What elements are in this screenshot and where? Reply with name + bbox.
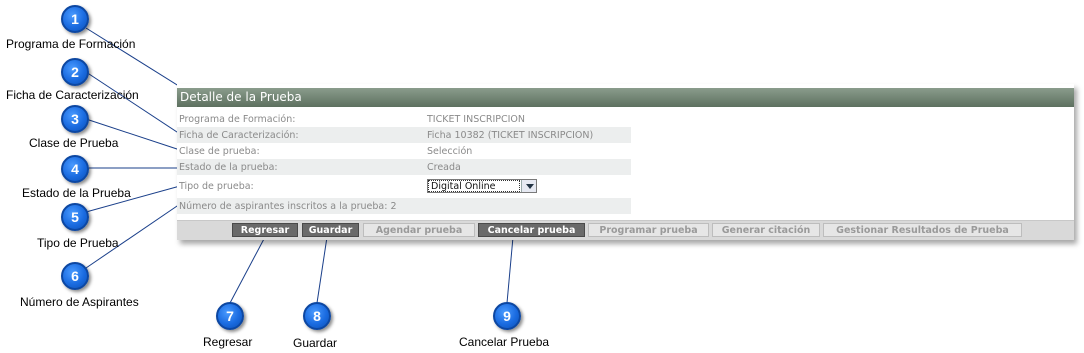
- field-label-ficha: Ficha de Caracterización:: [179, 130, 299, 141]
- field-value-programa: TICKET INSCRIPCION: [427, 114, 526, 125]
- guardar-button[interactable]: Guardar: [302, 223, 359, 237]
- gestionar-resultados-button[interactable]: Gestionar Resultados de Prueba: [823, 223, 1022, 237]
- field-row-ficha: Ficha de Caracterización: Ficha 10382 (T…: [177, 127, 631, 143]
- agendar-prueba-button[interactable]: Agendar prueba: [363, 223, 475, 237]
- cancelar-prueba-button[interactable]: Cancelar prueba: [478, 223, 585, 237]
- callout-label-8: Guardar: [293, 336, 338, 350]
- generar-citacion-button[interactable]: Generar citación: [712, 223, 820, 237]
- callout-label-4: Estado de la Prueba: [22, 186, 131, 200]
- callout-label-7: Regresar: [203, 335, 253, 349]
- callout-label-6: Número de Aspirantes: [20, 295, 139, 309]
- field-row-clase: Clase de prueba: Selección: [177, 143, 631, 159]
- callout-label-5: Tipo de Prueba: [37, 236, 119, 250]
- callout-label-3: Clase de Prueba: [29, 136, 119, 150]
- callout-badge-7: 7: [216, 302, 244, 330]
- field-label-aspirantes: Número de aspirantes inscritos a la prue…: [179, 201, 397, 212]
- field-value-ficha: Ficha 10382 (TICKET INSCRIPCION): [427, 130, 594, 141]
- callout-badge-9: 9: [493, 302, 521, 330]
- field-label-tipo: Tipo de prueba:: [179, 181, 254, 192]
- field-label-programa: Programa de Formación:: [179, 114, 296, 125]
- callout-label-2: Ficha de Caracterización: [6, 88, 139, 102]
- callout-badge-1: 1: [61, 5, 89, 33]
- field-value-estado: Creada: [427, 162, 461, 173]
- callout-badge-4: 4: [61, 155, 89, 183]
- programar-prueba-button[interactable]: Programar prueba: [588, 223, 709, 237]
- field-row-aspirantes: Número de aspirantes inscritos a la prue…: [177, 198, 631, 214]
- field-label-clase: Clase de prueba:: [179, 146, 260, 157]
- callout-badge-3: 3: [61, 105, 89, 133]
- callout-badge-6: 6: [61, 262, 89, 290]
- callout-label-9: Cancelar Prueba: [459, 335, 550, 349]
- action-toolbar: Regresar Guardar Agendar prueba Cancelar…: [177, 220, 1074, 240]
- field-label-estado: Estado de la prueba:: [179, 162, 278, 173]
- field-value-clase: Selección: [427, 146, 473, 157]
- callout-label-1: Programa de Formación: [6, 37, 136, 51]
- callout-badge-8: 8: [303, 302, 331, 330]
- callout-badge-2: 2: [61, 58, 89, 86]
- tipo-prueba-select[interactable]: Digital Online: [427, 179, 537, 193]
- tipo-prueba-selected-value[interactable]: Digital Online: [428, 180, 520, 192]
- field-row-programa: Programa de Formación: TICKET INSCRIPCIO…: [177, 111, 631, 127]
- dropdown-arrow-icon[interactable]: [521, 180, 536, 192]
- callout-badge-5: 5: [61, 203, 89, 231]
- test-detail-panel: Detalle de la Prueba Programa de Formaci…: [177, 84, 1074, 240]
- panel-title: Detalle de la Prueba: [177, 88, 1074, 107]
- field-row-estado: Estado de la prueba: Creada: [177, 159, 631, 175]
- field-row-tipo: Tipo de prueba: Digital Online: [177, 178, 631, 194]
- regresar-button[interactable]: Regresar: [232, 223, 298, 237]
